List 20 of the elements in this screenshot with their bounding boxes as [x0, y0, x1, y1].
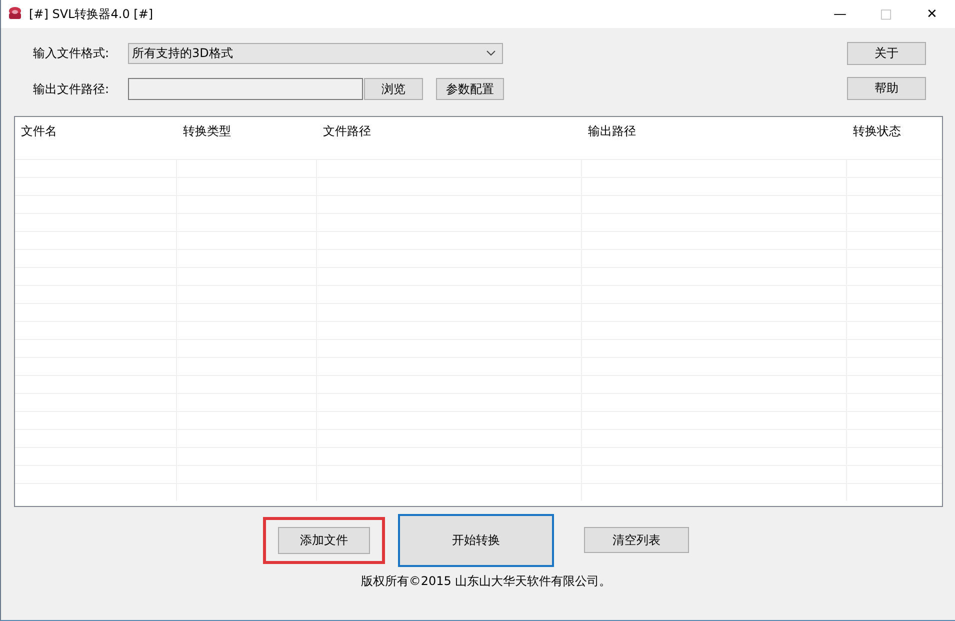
- copyright-text: 版权所有©2015 山东山大华天软件有限公司。: [360, 573, 612, 590]
- column-header[interactable]: 文件名: [15, 117, 177, 141]
- column-header[interactable]: 文件路径: [317, 117, 582, 141]
- settings-button[interactable]: 参数配置: [436, 78, 504, 100]
- format-dropdown[interactable]: 所有支持的3D格式: [128, 42, 503, 64]
- column-header[interactable]: 输出路径: [582, 117, 847, 141]
- column-header[interactable]: 转换状态: [847, 117, 942, 141]
- add-file-button[interactable]: 添加文件: [278, 526, 370, 554]
- field-label: 输出文件路径:: [33, 80, 110, 98]
- output-path-field[interactable]: [128, 78, 363, 100]
- about-button[interactable]: 关于: [847, 42, 926, 65]
- start-convert-button[interactable]: 开始转换: [398, 514, 554, 566]
- field-label: 输入文件格式:: [33, 44, 110, 62]
- window-title: [#] SVL转换器4.0 [#]: [29, 6, 154, 22]
- app-logo-icon: [7, 6, 23, 22]
- chevron-down-icon: [486, 50, 496, 56]
- browse-button[interactable]: 浏览: [364, 78, 423, 100]
- help-button[interactable]: 帮助: [847, 77, 926, 100]
- clear-list-button[interactable]: 清空列表: [584, 527, 689, 553]
- column-header[interactable]: 转换类型: [177, 117, 317, 141]
